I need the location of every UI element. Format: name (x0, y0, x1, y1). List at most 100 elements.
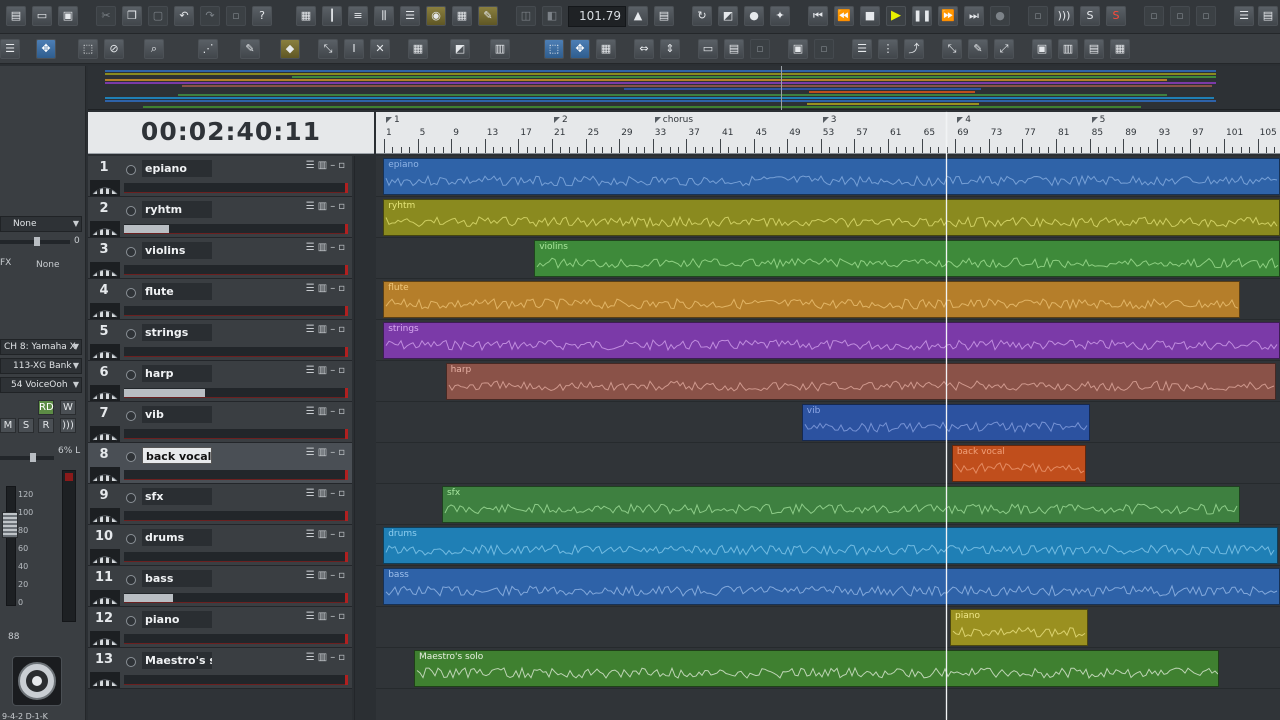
track-clip[interactable]: Maestro's solo (413, 650, 1220, 687)
track-name-field[interactable]: drums (142, 529, 212, 546)
track-volume-slider[interactable] (124, 593, 348, 603)
save-icon[interactable]: ▣ (58, 6, 78, 26)
volume-fader-knob[interactable] (2, 512, 18, 538)
track-lane[interactable]: flute (376, 279, 1280, 320)
midi-track-icon[interactable] (90, 426, 120, 442)
open-file-icon[interactable]: ▭ (32, 6, 52, 26)
midi-track-icon[interactable] (90, 590, 120, 606)
display-a-icon[interactable]: ▭ (698, 39, 718, 59)
grid-icon[interactable]: ▦ (452, 6, 472, 26)
track-lane[interactable]: harp (376, 361, 1280, 402)
tempo-map-icon[interactable]: ▤ (654, 6, 674, 26)
ruler-marker[interactable]: 3 (822, 115, 837, 125)
autoscroll-icon[interactable]: ✥ (570, 39, 590, 59)
edit-tool-b-icon[interactable]: ✎ (968, 39, 988, 59)
ruler-marker[interactable]: 5 (1091, 115, 1105, 125)
loop-explorer-icon[interactable]: ◉ (426, 6, 446, 26)
track-clip[interactable]: ryhtm (383, 199, 1280, 236)
track-status-icon[interactable] (126, 616, 136, 626)
track-list-icon[interactable]: ☰ (852, 39, 872, 59)
track-lane[interactable]: ryhtm (376, 197, 1280, 238)
maximize-icon[interactable]: ▫ (338, 365, 348, 376)
record-mode-icon[interactable]: ● (744, 6, 764, 26)
bank-select[interactable]: 113-XG Bank ▼ (0, 358, 82, 374)
copy-icon[interactable]: ❐ (122, 6, 142, 26)
track-header[interactable]: 8 back vocal ☰▥–▫ (88, 443, 352, 484)
track-strip-icon[interactable]: ▥ (318, 529, 330, 540)
midi-track-icon[interactable] (90, 672, 120, 688)
maximize-icon[interactable]: ▫ (338, 447, 348, 458)
track-status-icon[interactable] (126, 452, 136, 462)
maximize-icon[interactable]: ▫ (338, 570, 348, 581)
pan-control-thumb[interactable] (30, 453, 36, 462)
track-strip-icon[interactable]: ▥ (318, 324, 330, 335)
maximize-icon[interactable]: ▫ (338, 160, 348, 171)
track-header[interactable]: 4 flute ☰▥–▫ (88, 279, 352, 320)
track-volume-slider[interactable] (124, 429, 348, 439)
track-status-icon[interactable] (126, 411, 136, 421)
marquee-icon[interactable]: ⬚ (544, 39, 564, 59)
track-lane[interactable]: vib (376, 402, 1280, 443)
track-menu-icon[interactable]: ☰ (306, 447, 318, 458)
track-menu-icon[interactable]: ☰ (306, 570, 318, 581)
lyrics-icon[interactable]: ✎ (478, 6, 498, 26)
midi-track-icon[interactable] (90, 549, 120, 565)
audio-echo-icon[interactable]: ))) (1054, 6, 1074, 26)
track-lane[interactable]: piano (376, 607, 1280, 648)
track-strip-icon[interactable]: ▥ (318, 488, 330, 499)
track-header[interactable]: 11 bass ☰▥–▫ (88, 566, 352, 607)
undo-icon[interactable]: ↶ (174, 6, 194, 26)
fit-horizontal-icon[interactable]: ⇔ (634, 39, 654, 59)
maximize-icon[interactable]: ▫ (338, 324, 348, 335)
ruler-marker[interactable]: 4 (957, 115, 971, 125)
track-menu-icon[interactable]: ☰ (306, 160, 318, 171)
mute-button[interactable]: M (0, 418, 16, 433)
crossfade-icon[interactable]: ✕ (370, 39, 390, 59)
play-icon[interactable]: ▶ (886, 6, 906, 26)
pencil-tool-icon[interactable]: ✎ (240, 39, 260, 59)
paste-icon[interactable]: ▢ (148, 6, 168, 26)
rewind-icon[interactable]: ⏪ (834, 6, 854, 26)
track-status-icon[interactable] (126, 206, 136, 216)
auto-edit-icon[interactable]: ◩ (450, 39, 470, 59)
edit-tool-a-icon[interactable]: ⤡ (942, 39, 962, 59)
clip-view-b-icon[interactable]: ▫ (814, 39, 834, 59)
track-lane[interactable]: strings (376, 320, 1280, 361)
inspector-toggle-icon[interactable]: ☰ (0, 39, 20, 59)
track-status-icon[interactable] (126, 534, 136, 544)
time-display[interactable]: 00:02:40:11 (88, 112, 374, 154)
pan-control[interactable] (0, 453, 54, 462)
volume-fader-track[interactable] (6, 486, 16, 606)
track-name-field[interactable]: sfx (142, 488, 212, 505)
maximize-icon[interactable]: ▫ (338, 652, 348, 663)
track-volume-slider[interactable] (124, 470, 348, 480)
track-strip-icon[interactable]: ▥ (318, 406, 330, 417)
split-tool-icon[interactable]: ◆ (280, 39, 300, 59)
patch-select[interactable]: 54 VoiceOoh ▼ (0, 377, 82, 393)
track-strip-icon[interactable]: ▥ (318, 447, 330, 458)
track-name-field[interactable]: vib (142, 406, 212, 423)
history-icon[interactable]: ▫ (226, 6, 246, 26)
track-clip[interactable]: strings (383, 322, 1280, 359)
track-volume-slider[interactable] (124, 511, 348, 521)
maximize-icon[interactable]: ▫ (338, 406, 348, 417)
track-lane[interactable]: bass (376, 566, 1280, 607)
track-strip-icon[interactable]: ▥ (318, 160, 330, 171)
track-lane[interactable]: epiano (376, 156, 1280, 197)
midi-track-icon[interactable] (90, 385, 120, 401)
track-lane[interactable]: sfx (376, 484, 1280, 525)
view-c-icon[interactable]: ▤ (1084, 39, 1104, 59)
track-strip-icon[interactable]: ▥ (318, 283, 330, 294)
playhead[interactable] (946, 112, 947, 720)
track-menu-icon[interactable]: ☰ (306, 488, 318, 499)
read-automation-button[interactable]: RD (38, 400, 54, 415)
ruler-marker[interactable]: chorus (654, 115, 693, 125)
track-volume-slider[interactable] (124, 675, 348, 685)
clip-view-icon[interactable]: ▣ (788, 39, 808, 59)
track-menu-icon[interactable]: ☰ (306, 201, 318, 212)
maximize-icon[interactable]: ▫ (338, 201, 348, 212)
fast-forward-icon[interactable]: ⏩ (938, 6, 958, 26)
punch-icon[interactable]: ◩ (718, 6, 738, 26)
track-clip[interactable]: drums (383, 527, 1279, 564)
select-tool-icon[interactable]: ⬚ (78, 39, 98, 59)
